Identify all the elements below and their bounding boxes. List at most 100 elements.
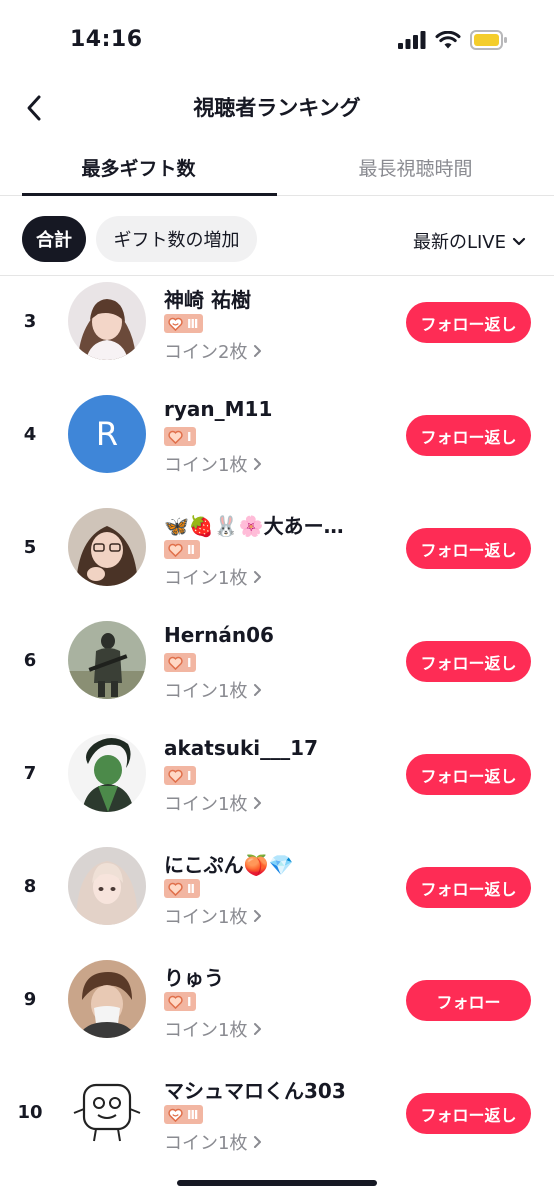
- fan-level-badge: II: [164, 540, 200, 559]
- follow-back-button[interactable]: フォロー返し: [406, 867, 531, 908]
- coin-count-link[interactable]: コイン1枚: [164, 903, 262, 929]
- user-name: マシュマロくん303: [164, 1079, 346, 1103]
- fan-level-badge: II: [164, 879, 200, 898]
- fan-level: I: [187, 994, 192, 1009]
- signal-icon: [398, 31, 426, 49]
- coin-count: コイン1枚: [164, 455, 248, 476]
- fan-level: II: [187, 881, 195, 896]
- follow-button[interactable]: フォロー: [406, 980, 531, 1021]
- rank-number: 10: [17, 1102, 43, 1123]
- ranking-row[interactable]: 8 にこぷん🍑💎 II コイン1枚 フォロー返し: [0, 845, 554, 958]
- chevron-right-icon: [254, 684, 262, 696]
- tab-label: 最長視聴時間: [358, 158, 473, 180]
- tab-most-gifts[interactable]: 最多ギフト数: [0, 140, 277, 196]
- ranking-row[interactable]: 10 マシュマロくん303 III コイン1枚 フォロー返し: [0, 1071, 554, 1184]
- coin-count: コイン1枚: [164, 568, 248, 589]
- coin-count: コイン1枚: [164, 794, 248, 815]
- fan-level: I: [187, 429, 192, 444]
- heart-icon: [168, 317, 183, 331]
- fan-level-badge: I: [164, 653, 197, 672]
- follow-back-button[interactable]: フォロー返し: [406, 528, 531, 569]
- avatar[interactable]: R: [68, 395, 146, 473]
- heart-icon: [168, 543, 183, 557]
- coin-count-link[interactable]: コイン1枚: [164, 564, 262, 590]
- avatar[interactable]: [68, 508, 146, 586]
- chevron-down-icon: [512, 237, 526, 245]
- follow-back-button[interactable]: フォロー返し: [406, 302, 531, 343]
- filter-chip-total[interactable]: 合計: [22, 216, 86, 262]
- ranking-row[interactable]: 4 R ryan_M11 I コイン1枚 フォロー返し: [0, 393, 554, 506]
- follow-back-button[interactable]: フォロー返し: [406, 1093, 531, 1134]
- heart-icon: [168, 430, 183, 444]
- coin-count: コイン1枚: [164, 907, 248, 928]
- coin-count: コイン2枚: [164, 342, 248, 363]
- status-time: 14:16: [70, 27, 143, 52]
- coin-count: コイン1枚: [164, 681, 248, 702]
- coin-count-link[interactable]: コイン1枚: [164, 1129, 262, 1155]
- tab-label: 最多ギフト数: [81, 158, 196, 180]
- fan-level-badge: III: [164, 1105, 204, 1124]
- avatar[interactable]: [68, 734, 146, 812]
- fan-level: III: [187, 316, 198, 331]
- rank-number: 3: [23, 311, 37, 332]
- status-icons: [398, 30, 508, 50]
- chevron-right-icon: [254, 797, 262, 809]
- tab-bar: 最多ギフト数 最長視聴時間: [0, 140, 554, 196]
- user-name: akatsuki___17: [164, 736, 318, 760]
- coin-count-link[interactable]: コイン1枚: [164, 1016, 262, 1042]
- rank-number: 4: [23, 424, 37, 445]
- chevron-right-icon: [254, 910, 262, 922]
- live-sort-dropdown[interactable]: 最新のLIVE: [413, 228, 526, 254]
- ranking-row[interactable]: 3 神崎 祐樹 III コイン2枚 フォロー返し: [0, 280, 554, 393]
- follow-back-button[interactable]: フォロー返し: [406, 754, 531, 795]
- avatar[interactable]: [68, 1073, 146, 1151]
- user-name: Hernán06: [164, 623, 274, 647]
- follow-back-button[interactable]: フォロー返し: [406, 415, 531, 456]
- tab-longest-watch-time[interactable]: 最長視聴時間: [277, 140, 554, 195]
- status-bar: 14:16: [0, 0, 554, 80]
- avatar[interactable]: [68, 960, 146, 1038]
- user-name: にこぷん🍑💎: [164, 853, 294, 877]
- avatar[interactable]: [68, 621, 146, 699]
- ranking-list: 3 神崎 祐樹 III コイン2枚 フォロー返し 4 R ryan_M11 I …: [0, 280, 554, 1184]
- heart-icon: [168, 656, 183, 670]
- heart-icon: [168, 769, 183, 783]
- rank-number: 8: [23, 876, 37, 897]
- rank-number: 7: [23, 763, 37, 784]
- coin-count-link[interactable]: コイン1枚: [164, 451, 262, 477]
- fan-level: II: [187, 542, 195, 557]
- heart-icon: [168, 1108, 183, 1122]
- coin-count-link[interactable]: コイン1枚: [164, 677, 262, 703]
- coin-count-link[interactable]: コイン1枚: [164, 790, 262, 816]
- ranking-row[interactable]: 9 りゅう I コイン1枚 フォロー: [0, 958, 554, 1071]
- user-name: 🦋🍓🐰🌸大あー…: [164, 514, 344, 538]
- avatar[interactable]: [68, 282, 146, 360]
- filter-chip-gift-increase[interactable]: ギフト数の増加: [96, 216, 257, 262]
- chevron-right-icon: [254, 1136, 262, 1148]
- page-title: 視聴者ランキング: [193, 96, 361, 120]
- follow-back-button[interactable]: フォロー返し: [406, 641, 531, 682]
- home-indicator[interactable]: [177, 1180, 377, 1186]
- ranking-row[interactable]: 6 Hernán06 I コイン1枚 フォロー返し: [0, 619, 554, 732]
- tab-active-indicator: [22, 193, 277, 196]
- avatar-letter: R: [95, 415, 119, 453]
- filter-bar: 合計 ギフト数の増加 最新のLIVE: [0, 216, 554, 264]
- chevron-right-icon: [254, 1023, 262, 1035]
- coin-count-link[interactable]: コイン2枚: [164, 338, 262, 364]
- fan-level-badge: I: [164, 766, 197, 785]
- ranking-row[interactable]: 5 🦋🍓🐰🌸大あー… II コイン1枚 フォロー返し: [0, 506, 554, 619]
- ranking-row[interactable]: 7 akatsuki___17 I コイン1枚 フォロー返し: [0, 732, 554, 845]
- user-name: 神崎 祐樹: [164, 288, 251, 312]
- battery-icon: [470, 30, 507, 50]
- rank-number: 9: [23, 989, 37, 1010]
- divider: [0, 275, 554, 276]
- chevron-right-icon: [254, 345, 262, 357]
- user-name: りゅう: [164, 966, 224, 990]
- header: 視聴者ランキング: [0, 80, 554, 136]
- coin-count: コイン1枚: [164, 1020, 248, 1041]
- coin-count: コイン1枚: [164, 1133, 248, 1154]
- chevron-right-icon: [254, 458, 262, 470]
- fan-level: I: [187, 768, 192, 783]
- avatar[interactable]: [68, 847, 146, 925]
- live-sort-label: 最新のLIVE: [412, 232, 506, 253]
